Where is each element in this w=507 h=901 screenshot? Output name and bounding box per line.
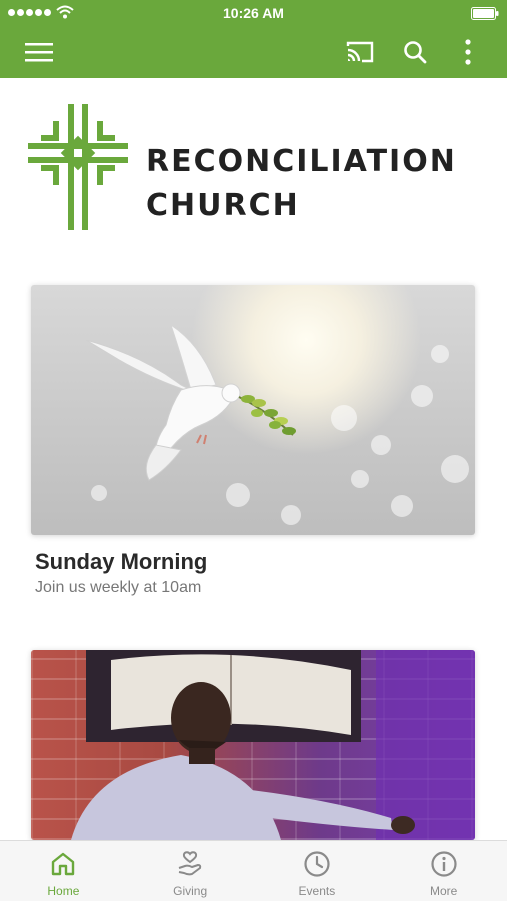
tab-home[interactable]: Home <box>0 841 127 901</box>
bottom-tab-bar: Home Giving Events More <box>0 840 507 901</box>
info-icon <box>431 851 457 877</box>
sunday-morning-card[interactable]: Sunday Morning Join us weekly at 10am <box>31 285 475 597</box>
tab-label-events: Events <box>298 884 336 898</box>
dove-illustration <box>85 323 296 481</box>
clock-icon <box>304 851 330 877</box>
menu-button[interactable] <box>17 26 61 78</box>
preacher-illustration <box>71 650 475 840</box>
cast-button[interactable] <box>338 26 382 78</box>
card-subtitle: Join us weekly at 10am <box>35 579 202 596</box>
pastor-preaching-image <box>31 650 475 840</box>
hamburger-menu-icon <box>25 43 53 62</box>
tab-label-more: More <box>429 884 458 898</box>
dove-image <box>31 285 475 535</box>
giving-hand-heart-icon <box>178 851 202 876</box>
more-options-button[interactable] <box>446 26 490 78</box>
search-button[interactable] <box>393 26 437 78</box>
tab-label-home: Home <box>47 884 80 898</box>
card-title: Sunday Morning <box>35 549 208 574</box>
tab-events[interactable]: Events <box>254 841 381 901</box>
tab-label-giving: Giving <box>173 884 208 898</box>
more-vertical-icon <box>465 39 471 65</box>
sermon-card[interactable] <box>31 650 475 840</box>
status-time: 10:26 AM <box>223 5 284 21</box>
logo-text-line1: RECONCILIATION <box>146 144 457 179</box>
cast-icon <box>346 41 374 63</box>
search-icon <box>404 41 427 64</box>
tab-more[interactable]: More <box>380 841 507 901</box>
status-bar: 10:26 AM <box>0 0 507 26</box>
app-header <box>0 26 507 78</box>
cross-logo-icon <box>28 104 128 230</box>
battery-icon <box>471 7 499 20</box>
logo-text-line2: CHURCH <box>146 188 300 223</box>
home-icon <box>52 852 75 876</box>
tab-giving[interactable]: Giving <box>127 841 254 901</box>
church-logo: RECONCILIATION CHURCH <box>0 78 507 278</box>
